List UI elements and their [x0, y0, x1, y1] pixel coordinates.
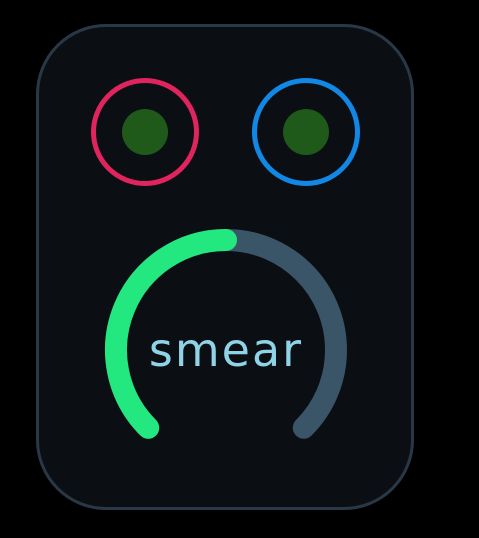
led-right-indicator[interactable]: [252, 78, 360, 186]
smear-knob[interactable]: smear: [96, 220, 356, 450]
plugin-panel: smear: [36, 24, 414, 510]
led-right-light: [283, 109, 329, 155]
knob-label: smear: [148, 323, 304, 377]
led-left-light: [122, 109, 168, 155]
led-left-indicator[interactable]: [91, 78, 199, 186]
